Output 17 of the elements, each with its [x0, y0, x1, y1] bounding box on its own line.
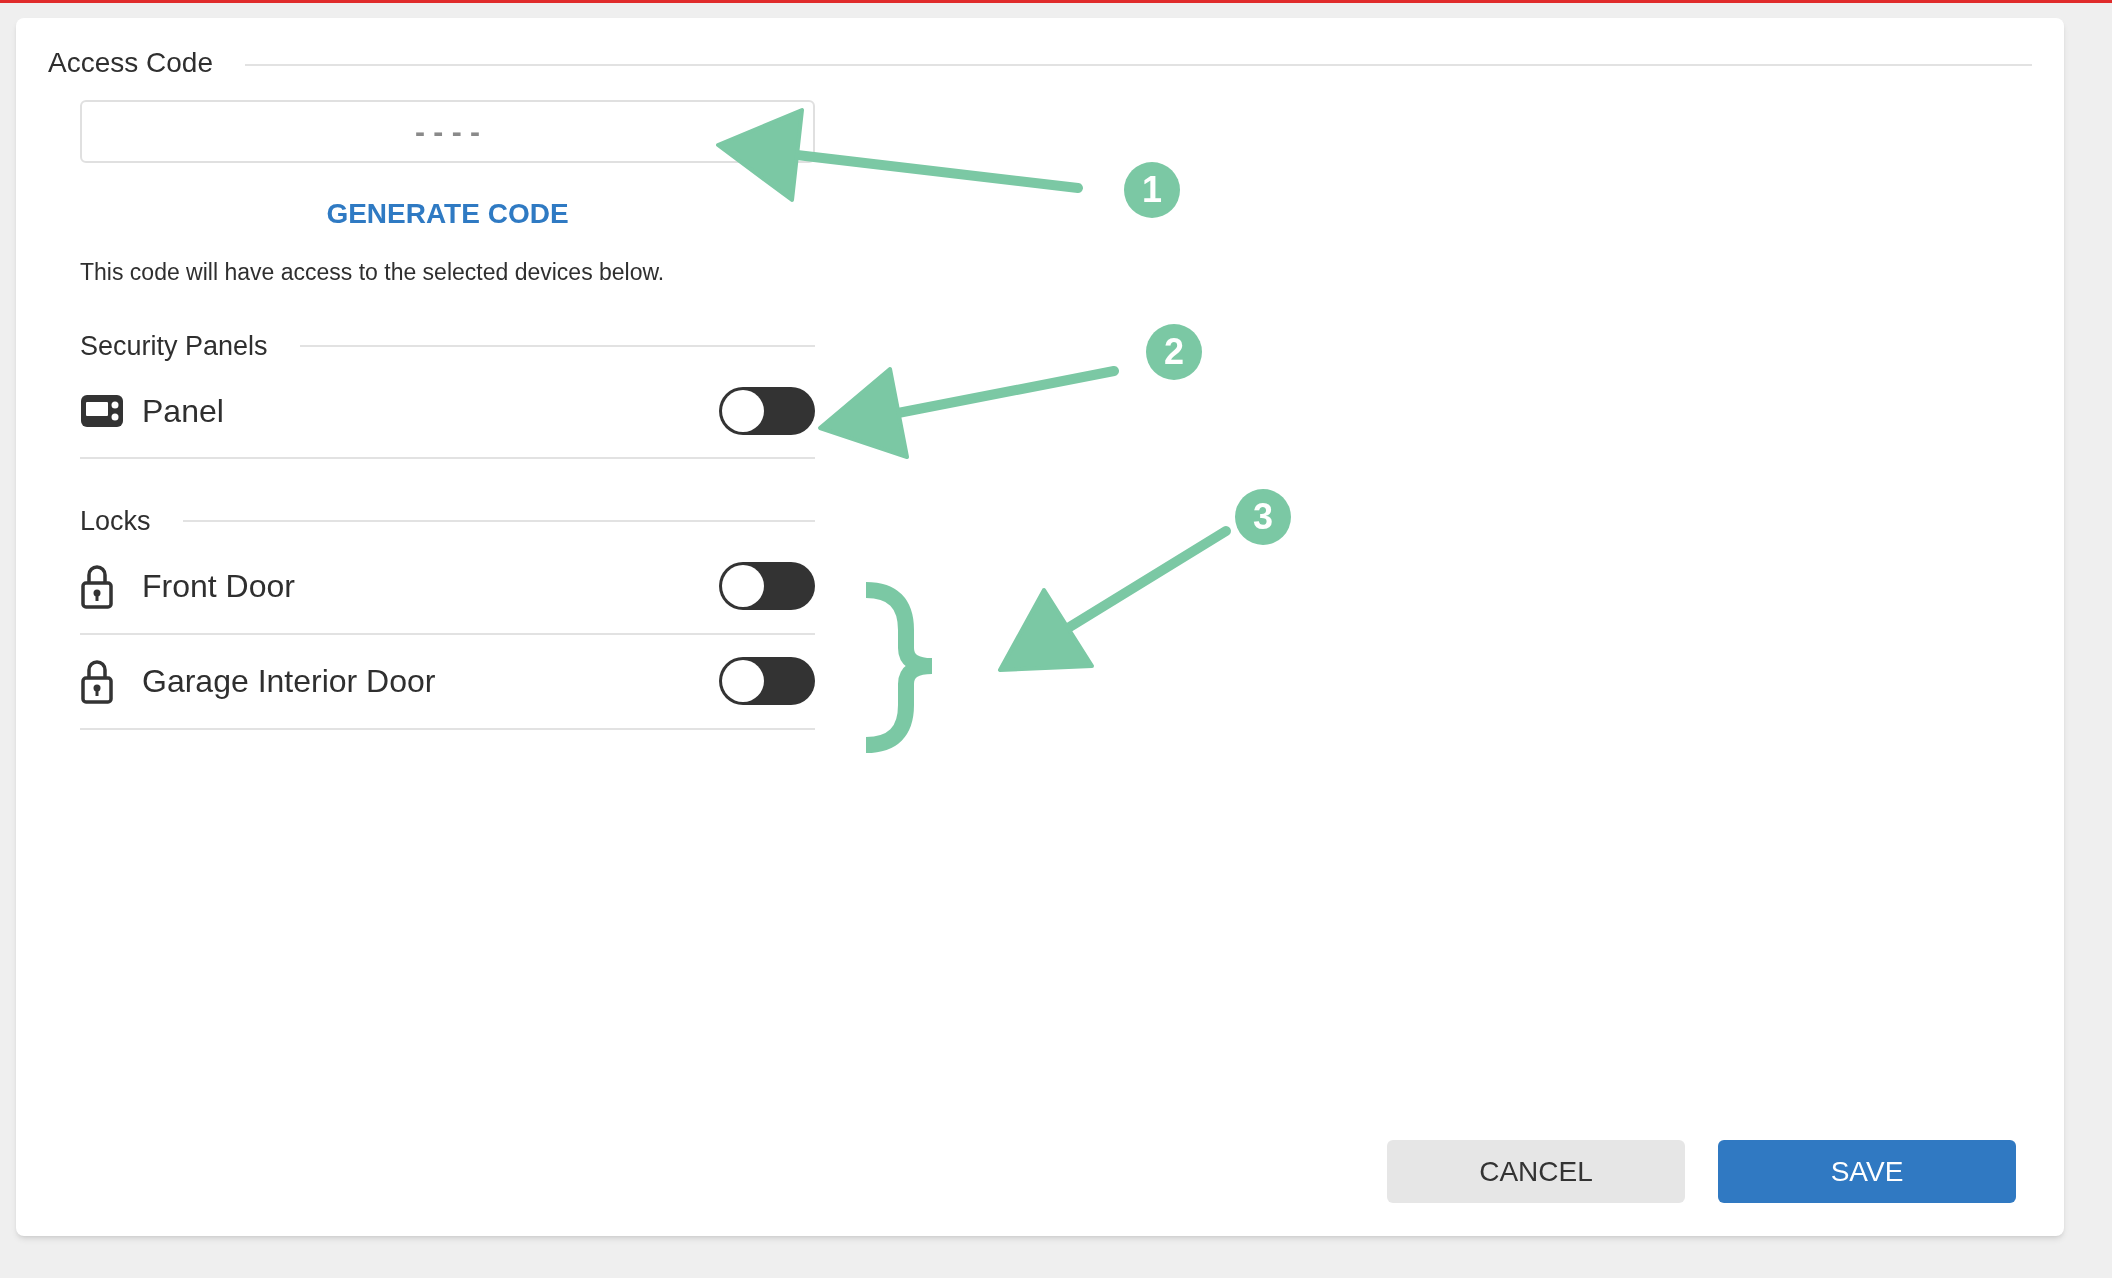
device-name: Front Door [142, 567, 296, 606]
generate-code-button[interactable]: GENERATE CODE [318, 193, 577, 235]
group-heading: Security Panels [80, 329, 268, 363]
toggle-switch[interactable] [719, 562, 815, 610]
device-name: Garage Interior Door [142, 662, 437, 701]
panel-device-icon [80, 393, 124, 428]
padlock-icon [80, 658, 114, 704]
code-input-field[interactable]: - - - - [80, 100, 815, 163]
device-name: Panel [142, 391, 225, 431]
description-text: This code will have access to the selected devices below. [80, 258, 666, 287]
toggle-switch[interactable] [719, 386, 815, 435]
group-heading: Locks [80, 505, 151, 538]
save-button[interactable]: SAVE [1718, 1140, 2016, 1203]
toggle-switch[interactable] [719, 657, 815, 705]
cancel-button[interactable]: CANCEL [1387, 1140, 1685, 1203]
padlock-icon [80, 563, 114, 609]
section-title: Access Code [48, 46, 213, 80]
